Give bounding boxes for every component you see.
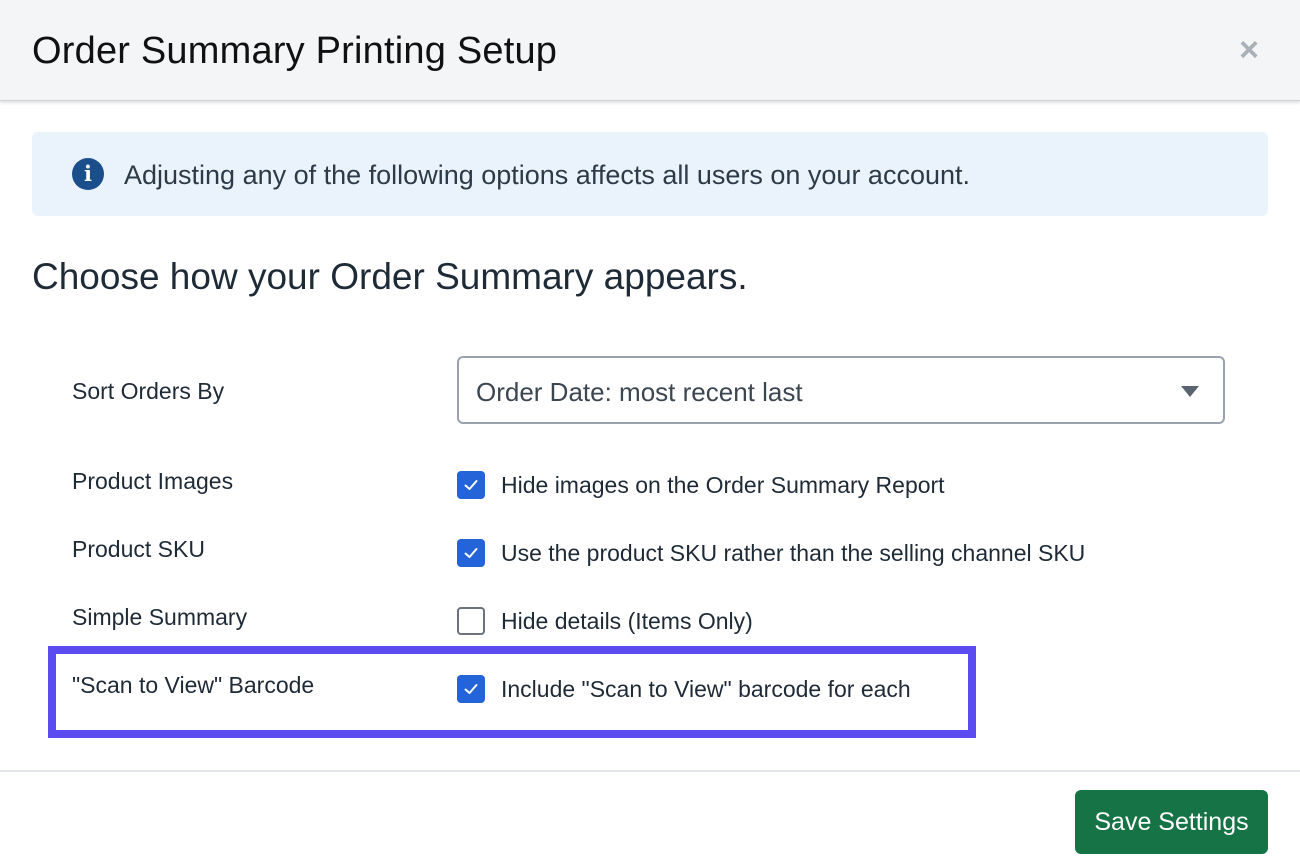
simple-summary-label: Simple Summary bbox=[72, 604, 248, 630]
product-sku-checkbox-label[interactable]: Use the product SKU rather than the sell… bbox=[501, 537, 1085, 569]
order-summary-setup-dialog: Order Summary Printing Setup × i Adjusti… bbox=[0, 0, 1300, 868]
dialog-title: Order Summary Printing Setup bbox=[32, 30, 558, 72]
info-banner: i Adjusting any of the following options… bbox=[32, 132, 1268, 216]
dialog-header: Order Summary Printing Setup × bbox=[0, 0, 1300, 101]
section-heading: Choose how your Order Summary appears. bbox=[32, 256, 748, 297]
sort-orders-label: Sort Orders By bbox=[72, 378, 225, 404]
product-sku-checkbox[interactable] bbox=[457, 539, 485, 567]
product-images-checkbox-label[interactable]: Hide images on the Order Summary Report bbox=[501, 469, 945, 501]
product-images-checkbox[interactable] bbox=[457, 471, 485, 499]
highlight-annotation-box bbox=[48, 646, 976, 738]
info-banner-text: Adjusting any of the following options a… bbox=[124, 160, 971, 190]
sort-orders-selected-value: Order Date: most recent last bbox=[476, 377, 803, 407]
info-circle-icon: i bbox=[72, 158, 104, 190]
chevron-down-icon bbox=[1181, 386, 1199, 397]
simple-summary-checkbox-label[interactable]: Hide details (Items Only) bbox=[501, 605, 753, 637]
sort-orders-select[interactable]: Order Date: most recent last bbox=[457, 356, 1225, 424]
checkmark-icon bbox=[464, 548, 478, 558]
close-icon[interactable]: × bbox=[1234, 32, 1264, 68]
checkmark-icon bbox=[464, 480, 478, 490]
simple-summary-checkbox[interactable] bbox=[457, 607, 485, 635]
save-settings-button[interactable]: Save Settings bbox=[1075, 790, 1268, 854]
product-sku-label: Product SKU bbox=[72, 536, 205, 562]
dialog-footer: Save Settings bbox=[0, 770, 1300, 868]
product-images-label: Product Images bbox=[72, 468, 234, 494]
